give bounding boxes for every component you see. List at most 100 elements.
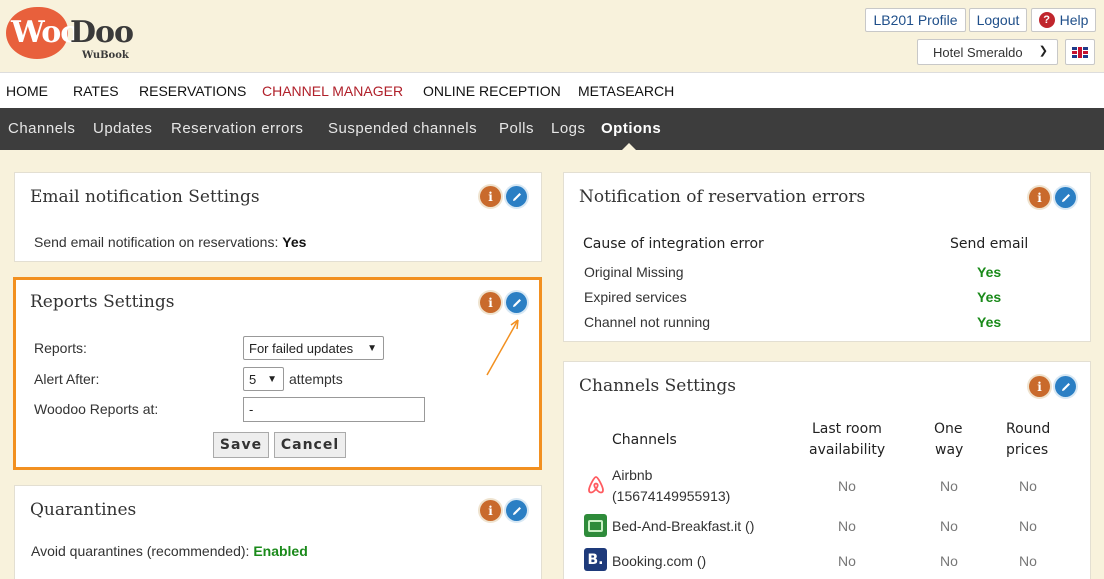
channel-name: Booking.com () <box>612 553 707 569</box>
nav-rates[interactable]: RATES <box>73 83 119 99</box>
save-button[interactable]: Save <box>213 432 269 458</box>
email-setting-label: Send email notification on reservations: <box>34 234 279 250</box>
one-way-value: No <box>940 518 958 534</box>
edit-icon[interactable] <box>506 500 527 521</box>
column-header-send-email: Send email <box>950 236 1029 252</box>
hotel-select-value: Hotel Smeraldo <box>933 44 1023 60</box>
reports-select-value: For failed updates <box>249 340 354 356</box>
round-prices-value: No <box>1019 518 1037 534</box>
round-prices-value: No <box>1019 553 1037 569</box>
one-way-value: No <box>940 553 958 569</box>
woodoo-logo[interactable]: Woo Doo WuBook <box>6 3 134 63</box>
help-button[interactable]: ? Help <box>1031 8 1096 32</box>
error-cause: Channel not running <box>584 314 711 330</box>
reports-select[interactable]: For failed updates ▼ <box>243 336 384 360</box>
info-icon[interactable]: i <box>480 292 501 313</box>
email-setting-value: Yes <box>282 234 307 250</box>
one-way-value: No <box>940 478 958 494</box>
subnav-channels[interactable]: Channels <box>8 120 75 137</box>
profile-button[interactable]: LB201 Profile <box>865 8 966 32</box>
active-tab-caret <box>622 143 636 150</box>
reservation-errors-panel: Notification of reservation errors i Cau… <box>563 172 1091 342</box>
column-header-round-2: prices <box>1006 442 1049 458</box>
reports-settings-panel: Reports Settings i Reports: For failed u… <box>13 277 542 470</box>
alert-after-value: 5 <box>249 371 257 387</box>
subnav-polls[interactable]: Polls <box>499 120 534 137</box>
language-button[interactable] <box>1065 39 1095 65</box>
channel-name: Airbnb <box>612 467 653 483</box>
send-email-value: Yes <box>977 264 1002 280</box>
panel-title: Notification of reservation errors <box>579 187 866 207</box>
woodoo-reports-input[interactable]: - <box>243 397 425 422</box>
panel-title: Reports Settings <box>30 292 175 312</box>
quarantines-value: Enabled <box>253 543 308 559</box>
nav-online-reception[interactable]: ONLINE RECEPTION <box>423 83 561 99</box>
logout-label: Logout <box>976 12 1020 28</box>
subnav-reservation-errors[interactable]: Reservation errors <box>171 120 303 137</box>
panel-title: Email notification Settings <box>30 187 260 207</box>
column-header-one-way: One <box>934 421 963 437</box>
nav-metasearch[interactable]: METASEARCH <box>578 83 674 99</box>
nav-channel-manager[interactable]: CHANNEL MANAGER <box>262 83 403 99</box>
booking-icon: B. <box>584 548 607 571</box>
hotel-select[interactable]: Hotel Smeraldo ❯ <box>917 39 1058 65</box>
send-email-value: Yes <box>977 289 1002 305</box>
chevron-down-icon: ▼ <box>367 342 377 354</box>
subnav-options[interactable]: Options <box>601 120 661 137</box>
info-icon[interactable]: i <box>480 186 501 207</box>
edit-icon[interactable] <box>1055 376 1076 397</box>
sub-nav: Channels Updates Reservation errors Susp… <box>0 108 1104 150</box>
subnav-updates[interactable]: Updates <box>93 120 152 137</box>
alert-after-label: Alert After: <box>34 371 100 387</box>
edit-icon[interactable] <box>1055 187 1076 208</box>
column-header-one-way-2: way <box>935 442 964 458</box>
quarantines-panel: Quarantines i Avoid quarantines (recomme… <box>14 485 542 579</box>
alert-after-select[interactable]: 5 ▼ <box>243 367 284 391</box>
help-icon: ? <box>1038 12 1055 28</box>
column-header-last-room-2: availability <box>809 442 886 458</box>
last-room-value: No <box>838 478 856 494</box>
round-prices-value: No <box>1019 478 1037 494</box>
column-header-round: Round <box>1006 421 1051 437</box>
bed-and-breakfast-icon <box>584 514 607 537</box>
column-header-channels: Channels <box>612 432 677 448</box>
error-cause: Original Missing <box>584 264 684 280</box>
reports-label: Reports: <box>34 340 87 356</box>
channel-id: (15674149955913) <box>612 488 731 504</box>
panel-title: Quarantines <box>30 500 137 520</box>
logout-button[interactable]: Logout <box>969 8 1027 32</box>
main-nav: HOME RATES RESERVATIONS CHANNEL MANAGER … <box>0 72 1104 108</box>
profile-label: LB201 Profile <box>873 12 958 28</box>
airbnb-icon <box>584 473 607 496</box>
edit-icon[interactable] <box>506 186 527 207</box>
channels-settings-panel: Channels Settings i Channels Last room a… <box>563 361 1091 579</box>
panel-title: Channels Settings <box>579 376 736 396</box>
chevron-down-icon: ❯ <box>1038 45 1048 57</box>
cancel-button[interactable]: Cancel <box>274 432 346 458</box>
info-icon[interactable]: i <box>1029 187 1050 208</box>
woodoo-reports-value: - <box>249 402 254 417</box>
logo-text-doo: Doo <box>70 15 134 50</box>
last-room-value: No <box>838 553 856 569</box>
logo-subtitle: WuBook <box>82 50 129 61</box>
quarantines-label: Avoid quarantines (recommended): <box>31 543 250 559</box>
column-header-cause: Cause of integration error <box>583 236 764 252</box>
edit-icon[interactable] <box>506 292 527 313</box>
email-notification-panel: Email notification Settings i Send email… <box>14 172 542 262</box>
subnav-suspended-channels[interactable]: Suspended channels <box>328 120 477 137</box>
column-header-last-room: Last room <box>812 421 882 437</box>
last-room-value: No <box>838 518 856 534</box>
subnav-logs[interactable]: Logs <box>551 120 586 137</box>
info-icon[interactable]: i <box>1029 376 1050 397</box>
nav-reservations[interactable]: RESERVATIONS <box>139 83 246 99</box>
uk-flag-icon <box>1072 46 1088 58</box>
info-icon[interactable]: i <box>480 500 501 521</box>
attempts-label: attempts <box>289 371 343 387</box>
pointer-arrow <box>486 319 519 376</box>
channel-name: Bed-And-Breakfast.it () <box>612 518 755 534</box>
nav-home[interactable]: HOME <box>6 83 48 99</box>
woodoo-reports-label: Woodoo Reports at: <box>34 401 159 417</box>
help-label: Help <box>1059 12 1089 28</box>
send-email-value: Yes <box>977 314 1002 330</box>
chevron-down-icon: ▼ <box>267 373 277 385</box>
